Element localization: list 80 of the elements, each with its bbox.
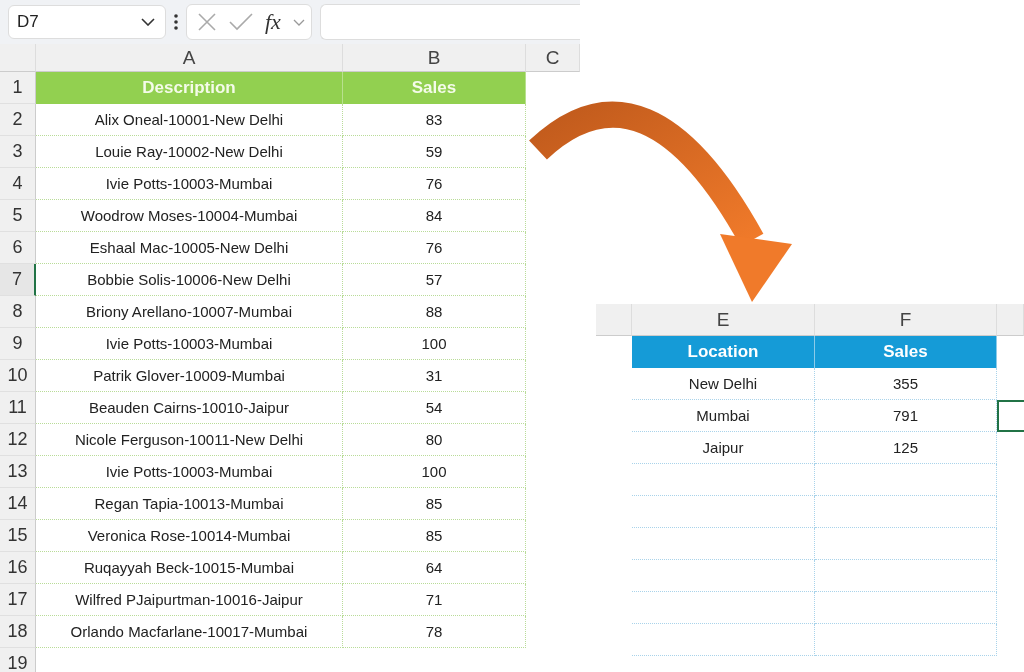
table-cell: 31	[343, 360, 526, 392]
table-cell: Mumbai	[632, 400, 815, 432]
table-cell: Ivie Potts-10003-Mumbai	[36, 168, 343, 200]
table-cell: 84	[343, 200, 526, 232]
table-cell: Jaipur	[632, 432, 815, 464]
row-header[interactable]: 9	[0, 328, 36, 360]
table-cell: 71	[343, 584, 526, 616]
table-cell: Beauden Cairns-10010-Jaipur	[36, 392, 343, 424]
table-header-cell: Sales	[343, 72, 526, 104]
row-header[interactable]: 5	[0, 200, 36, 232]
table-cell: 76	[343, 232, 526, 264]
table-cell: 88	[343, 296, 526, 328]
row-header[interactable]: 10	[0, 360, 36, 392]
chevron-down-icon	[141, 18, 155, 26]
table-cell: Bobbie Solis-10006-New Delhi	[36, 264, 343, 296]
row-header[interactable]: 3	[0, 136, 36, 168]
name-box[interactable]: D7	[8, 5, 166, 39]
table-cell: 57	[343, 264, 526, 296]
table-cell: 355	[815, 368, 997, 400]
table-cell: 80	[343, 424, 526, 456]
column-header[interactable]: F	[815, 304, 997, 336]
select-all-corner[interactable]	[0, 44, 36, 72]
check-icon[interactable]	[229, 13, 253, 31]
row-header[interactable]: 14	[0, 488, 36, 520]
table-cell: Wilfred PJaipurtman-10016-Jaipur	[36, 584, 343, 616]
table-cell: 64	[343, 552, 526, 584]
row-header[interactable]: 2	[0, 104, 36, 136]
table-cell: Ivie Potts-10003-Mumbai	[36, 328, 343, 360]
column-header[interactable]	[596, 304, 632, 336]
table-cell: 100	[343, 456, 526, 488]
row-header[interactable]: 1	[0, 72, 36, 104]
selected-cell[interactable]	[997, 400, 1024, 432]
column-header[interactable]: E	[632, 304, 815, 336]
row-header[interactable]: 17	[0, 584, 36, 616]
table-cell: 125	[815, 432, 997, 464]
table-cell: 85	[343, 520, 526, 552]
table-cell: 83	[343, 104, 526, 136]
table-cell: Ivie Potts-10003-Mumbai	[36, 456, 343, 488]
column-header[interactable]: B	[343, 44, 526, 72]
column-header[interactable]: A	[36, 44, 343, 72]
table-cell: 100	[343, 328, 526, 360]
row-header[interactable]: 16	[0, 552, 36, 584]
table-cell: 76	[343, 168, 526, 200]
row-header[interactable]: 4	[0, 168, 36, 200]
row-header[interactable]: 19	[0, 648, 36, 672]
row-header[interactable]: 18	[0, 616, 36, 648]
row-header[interactable]: 13	[0, 456, 36, 488]
table-cell: Nicole Ferguson-10011-New Delhi	[36, 424, 343, 456]
chevron-down-icon[interactable]	[292, 18, 305, 26]
formula-input-field[interactable]	[319, 4, 580, 40]
insert-function-button[interactable]: fx	[265, 9, 281, 35]
row-header[interactable]: 7	[0, 264, 36, 296]
row-header[interactable]: 12	[0, 424, 36, 456]
column-header[interactable]: C	[526, 44, 580, 72]
table-cell: Woodrow Moses-10004-Mumbai	[36, 200, 343, 232]
table-cell: Orlando Macfarlane-10017-Mumbai	[36, 616, 343, 648]
table-cell: 85	[343, 488, 526, 520]
table-cell: New Delhi	[632, 368, 815, 400]
table-cell: Eshaal Mac-10005-New Delhi	[36, 232, 343, 264]
row-header[interactable]: 15	[0, 520, 36, 552]
table-cell: 54	[343, 392, 526, 424]
table-cell: Regan Tapia-10013-Mumbai	[36, 488, 343, 520]
column-header[interactable]	[997, 304, 1024, 336]
table-header-cell: Location	[632, 336, 815, 368]
table-header-cell: Sales	[815, 336, 997, 368]
row-header[interactable]: 6	[0, 232, 36, 264]
table-cell: Veronica Rose-10014-Mumbai	[36, 520, 343, 552]
table-cell: 59	[343, 136, 526, 168]
table-cell: Alix Oneal-10001-New Delhi	[36, 104, 343, 136]
row-header[interactable]: 8	[0, 296, 36, 328]
row-header[interactable]: 11	[0, 392, 36, 424]
table-cell: Briony Arellano-10007-Mumbai	[36, 296, 343, 328]
table-cell: Ruqayyah Beck-10015-Mumbai	[36, 552, 343, 584]
table-header-cell: Description	[36, 72, 343, 104]
table-cell: Patrik Glover-10009-Mumbai	[36, 360, 343, 392]
table-cell: 78	[343, 616, 526, 648]
more-options-icon[interactable]	[174, 14, 178, 30]
table-cell: Louie Ray-10002-New Delhi	[36, 136, 343, 168]
cancel-icon[interactable]	[197, 12, 217, 32]
table-cell: 791	[815, 400, 997, 432]
